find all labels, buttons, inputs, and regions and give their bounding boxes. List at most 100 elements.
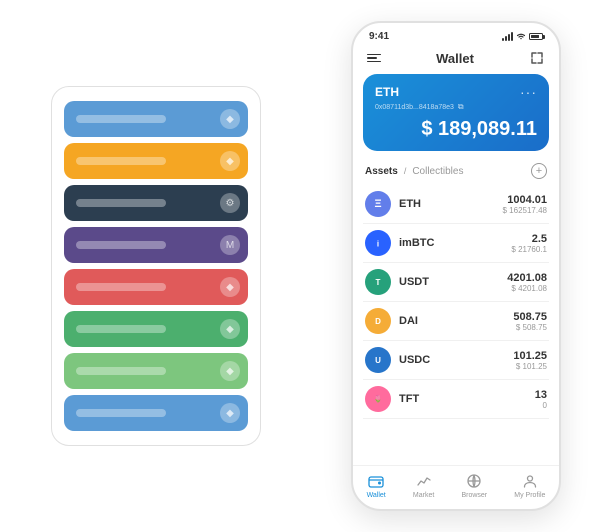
tft-asset-name: TFT: [399, 393, 535, 405]
assets-header: Assets / Collectibles +: [353, 159, 559, 183]
card-item-5[interactable]: ◆: [64, 311, 248, 347]
eth-asset-icon: Ξ: [365, 191, 391, 217]
asset-list: Ξ ETH 1004.01 $ 162517.48 i imBTC 2.5: [353, 185, 559, 465]
usdt-usd: $ 4201.08: [507, 284, 547, 293]
card-label-1: [76, 157, 166, 165]
profile-nav-label: My Profile: [514, 492, 545, 499]
tft-amount: 13: [535, 389, 547, 401]
eth-amount: 1004.01: [503, 194, 548, 206]
card-label-3: [76, 241, 166, 249]
eth-usd: $ 162517.48: [503, 206, 548, 215]
usdc-usd: $ 101.25: [513, 362, 547, 371]
card-label-5: [76, 325, 166, 333]
usdc-asset-balance: 101.25 $ 101.25: [513, 350, 547, 371]
svg-text:i: i: [377, 240, 379, 249]
asset-row-usdc[interactable]: U USDC 101.25 $ 101.25: [363, 341, 549, 380]
card-label-2: [76, 199, 166, 207]
eth-asset-balance: 1004.01 $ 162517.48: [503, 194, 548, 215]
usdt-amount: 4201.08: [507, 272, 547, 284]
card-icon-7: ◆: [220, 403, 240, 423]
bottom-nav: Wallet Market: [353, 465, 559, 509]
header-title: Wallet: [436, 51, 474, 66]
card-item-1[interactable]: ◆: [64, 143, 248, 179]
dai-asset-name: DAI: [399, 315, 513, 327]
phone-header: Wallet: [353, 46, 559, 74]
status-time: 9:41: [369, 31, 389, 42]
status-icons: [502, 32, 543, 42]
card-item-0[interactable]: ◆: [64, 101, 248, 137]
copy-icon[interactable]: ⧉: [458, 102, 464, 112]
imbtc-asset-name: imBTC: [399, 237, 511, 249]
battery-icon: [529, 33, 543, 40]
asset-row-imbtc[interactable]: i imBTC 2.5 $ 21760.1: [363, 224, 549, 263]
status-bar: 9:41: [353, 23, 559, 46]
expand-icon[interactable]: [529, 50, 545, 66]
tab-collectibles[interactable]: Collectibles: [412, 166, 463, 177]
tab-assets[interactable]: Assets: [365, 166, 398, 177]
usdc-asset-name: USDC: [399, 354, 513, 366]
scene: ◆ ◆ ⚙ M ◆ ◆ ◆ ◆: [11, 11, 591, 521]
card-icon-6: ◆: [220, 361, 240, 381]
eth-card-header: ETH ···: [375, 84, 537, 100]
phone-mockup: 9:41: [351, 21, 561, 511]
usdc-amount: 101.25: [513, 350, 547, 362]
card-icon-3: M: [220, 235, 240, 255]
card-label-6: [76, 367, 166, 375]
card-label-0: [76, 115, 166, 123]
card-icon-5: ◆: [220, 319, 240, 339]
profile-nav-icon: [521, 472, 539, 490]
nav-browser[interactable]: Browser: [461, 472, 487, 499]
tft-asset-icon: 🌷: [365, 386, 391, 412]
tabs-divider: /: [404, 166, 407, 176]
dai-asset-icon: D: [365, 308, 391, 334]
card-item-6[interactable]: ◆: [64, 353, 248, 389]
menu-button[interactable]: [367, 54, 381, 63]
card-item-3[interactable]: M: [64, 227, 248, 263]
asset-row-dai[interactable]: D DAI 508.75 $ 508.75: [363, 302, 549, 341]
card-icon-4: ◆: [220, 277, 240, 297]
imbtc-asset-icon: i: [365, 230, 391, 256]
wifi-icon: [516, 32, 526, 42]
eth-balance: $ 189,089.11: [375, 118, 537, 141]
dai-asset-balance: 508.75 $ 508.75: [513, 311, 547, 332]
market-nav-label: Market: [413, 492, 434, 499]
browser-nav-label: Browser: [461, 492, 487, 499]
add-asset-button[interactable]: +: [531, 163, 547, 179]
imbtc-asset-balance: 2.5 $ 21760.1: [511, 233, 547, 254]
asset-row-eth[interactable]: Ξ ETH 1004.01 $ 162517.48: [363, 185, 549, 224]
wallet-nav-icon: [367, 472, 385, 490]
dai-amount: 508.75: [513, 311, 547, 323]
nav-market[interactable]: Market: [413, 472, 434, 499]
card-item-2[interactable]: ⚙: [64, 185, 248, 221]
card-label-7: [76, 409, 166, 417]
card-icon-1: ◆: [220, 151, 240, 171]
imbtc-usd: $ 21760.1: [511, 245, 547, 254]
card-stack: ◆ ◆ ⚙ M ◆ ◆ ◆ ◆: [51, 86, 261, 446]
tft-usd: 0: [535, 401, 547, 410]
card-item-4[interactable]: ◆: [64, 269, 248, 305]
card-item-7[interactable]: ◆: [64, 395, 248, 431]
browser-nav-icon: [465, 472, 483, 490]
eth-symbol: ETH: [375, 85, 399, 99]
asset-row-usdt[interactable]: T USDT 4201.08 $ 4201.08: [363, 263, 549, 302]
card-icon-0: ◆: [220, 109, 240, 129]
eth-address: 0x08711d3b...8418a78e3 ⧉: [375, 102, 537, 112]
signal-icon: [502, 32, 513, 41]
market-nav-icon: [415, 472, 433, 490]
imbtc-amount: 2.5: [511, 233, 547, 245]
currency-symbol: $: [421, 118, 438, 140]
usdc-asset-icon: U: [365, 347, 391, 373]
nav-wallet[interactable]: Wallet: [367, 472, 386, 499]
dai-usd: $ 508.75: [513, 323, 547, 332]
asset-row-tft[interactable]: 🌷 TFT 13 0: [363, 380, 549, 419]
usdt-asset-balance: 4201.08 $ 4201.08: [507, 272, 547, 293]
tft-asset-balance: 13 0: [535, 389, 547, 410]
wallet-nav-label: Wallet: [367, 492, 386, 499]
eth-more-button[interactable]: ···: [520, 84, 537, 100]
card-icon-2: ⚙: [220, 193, 240, 213]
usdt-asset-icon: T: [365, 269, 391, 295]
eth-balance-card[interactable]: ETH ··· 0x08711d3b...8418a78e3 ⧉ $ 189,0…: [363, 74, 549, 151]
card-label-4: [76, 283, 166, 291]
eth-asset-name: ETH: [399, 198, 503, 210]
nav-profile[interactable]: My Profile: [514, 472, 545, 499]
